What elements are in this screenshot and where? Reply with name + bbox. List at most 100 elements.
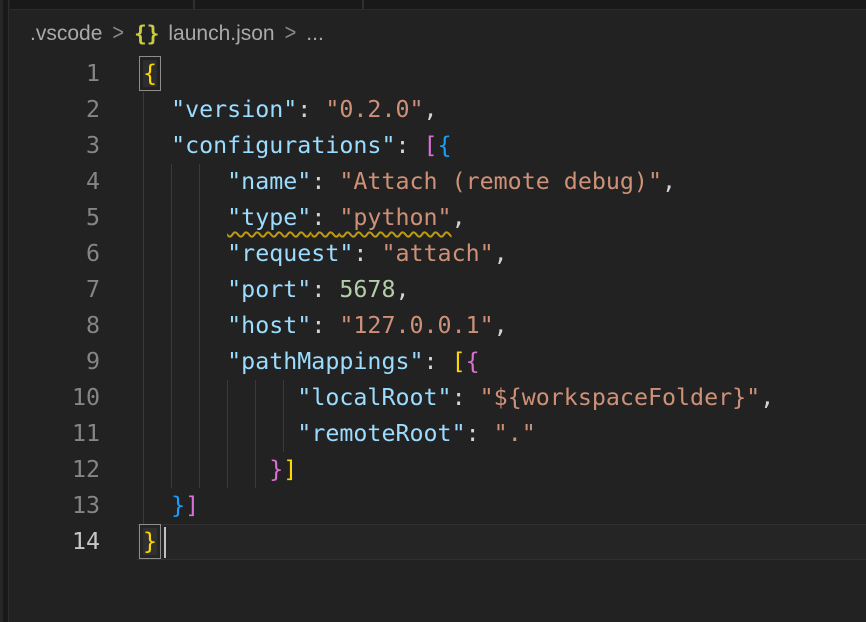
code-line-content[interactable]: "host": "127.0.0.1", xyxy=(100,308,866,344)
line-number[interactable]: 11 xyxy=(10,416,100,452)
token-punct: : xyxy=(353,240,381,267)
code-text: "name": "Attach (remote debug)", xyxy=(143,168,676,195)
line-number[interactable]: 10 xyxy=(10,380,100,416)
line-number[interactable]: 3 xyxy=(10,128,100,164)
code-line-content[interactable]: } xyxy=(100,524,866,560)
line-number[interactable]: 14 xyxy=(10,524,100,560)
line-number[interactable]: 2 xyxy=(10,92,100,128)
code-line-content[interactable]: "configurations": [{ xyxy=(100,128,866,164)
token-punct: , xyxy=(494,312,508,339)
line-number[interactable]: 4 xyxy=(10,164,100,200)
token-key: "host" xyxy=(227,312,311,339)
token-key: "localRoot" xyxy=(297,384,451,411)
token-b1: [ xyxy=(452,348,466,375)
token-punct: , xyxy=(662,168,676,195)
token-key: "request" xyxy=(227,240,353,267)
breadcrumb-folder[interactable]: .vscode xyxy=(30,22,102,46)
token-key: "type" xyxy=(227,204,311,231)
code-editor[interactable]: 1{2 "version": "0.2.0",3 "configurations… xyxy=(10,56,866,560)
tab-divider xyxy=(362,0,364,9)
token-str: "python" xyxy=(339,204,451,231)
code-line[interactable]: 11 "remoteRoot": "." xyxy=(10,416,866,452)
code-line[interactable]: 14} xyxy=(10,524,866,560)
json-braces-icon: {} xyxy=(134,22,159,46)
code-text: { xyxy=(143,60,157,87)
token-punct: : xyxy=(311,276,339,303)
code-line[interactable]: 13 }] xyxy=(10,488,866,524)
code-line-content[interactable]: "type": "python", xyxy=(100,200,866,236)
code-text: "type": "python", xyxy=(143,204,466,231)
chevron-right-icon: > xyxy=(112,20,124,46)
code-text: "configurations": [{ xyxy=(143,132,452,159)
code-line-content[interactable]: }] xyxy=(100,452,866,488)
code-line-content[interactable]: "localRoot": "${workspaceFolder}", xyxy=(100,380,866,416)
code-line[interactable]: 2 "version": "0.2.0", xyxy=(10,92,866,128)
line-number[interactable]: 12 xyxy=(10,452,100,488)
token-b2: [ xyxy=(424,132,438,159)
code-text: }] xyxy=(143,456,297,483)
code-line[interactable]: 8 "host": "127.0.0.1", xyxy=(10,308,866,344)
token-str: "." xyxy=(494,420,536,447)
code-line-content[interactable]: "version": "0.2.0", xyxy=(100,92,866,128)
code-line[interactable]: 3 "configurations": [{ xyxy=(10,128,866,164)
code-line[interactable]: 12 }] xyxy=(10,452,866,488)
token-b2: ] xyxy=(185,492,199,519)
token-b2: { xyxy=(466,348,480,375)
code-text: "pathMappings": [{ xyxy=(143,348,480,375)
token-punct: , xyxy=(395,276,409,303)
token-punct: : xyxy=(395,132,423,159)
token-str: "127.0.0.1" xyxy=(339,312,493,339)
code-line[interactable]: 5 "type": "python", xyxy=(10,200,866,236)
token-punct: , xyxy=(760,384,774,411)
text-cursor xyxy=(164,527,166,558)
chevron-right-icon: > xyxy=(285,20,297,46)
line-number[interactable]: 8 xyxy=(10,308,100,344)
token-key: "name" xyxy=(227,168,311,195)
token-str: "0.2.0" xyxy=(325,96,423,123)
token-punct: : xyxy=(452,384,480,411)
code-line[interactable]: 4 "name": "Attach (remote debug)", xyxy=(10,164,866,200)
code-line-content[interactable]: "port": 5678, xyxy=(100,272,866,308)
token-punct: , xyxy=(452,204,466,231)
token-punct: : xyxy=(424,348,452,375)
token-key: "port" xyxy=(227,276,311,303)
line-number[interactable]: 13 xyxy=(10,488,100,524)
code-line[interactable]: 10 "localRoot": "${workspaceFolder}", xyxy=(10,380,866,416)
code-line[interactable]: 9 "pathMappings": [{ xyxy=(10,344,866,380)
token-b3: { xyxy=(438,132,452,159)
breadcrumb: .vscode > {} launch.json > ... xyxy=(10,11,866,56)
code-text: "host": "127.0.0.1", xyxy=(143,312,508,339)
line-number[interactable]: 5 xyxy=(10,200,100,236)
code-text: "request": "attach", xyxy=(143,240,508,267)
code-line[interactable]: 1{ xyxy=(10,56,866,92)
breadcrumb-file[interactable]: launch.json xyxy=(168,22,274,46)
code-line-content[interactable]: "request": "attach", xyxy=(100,236,866,272)
code-text: "localRoot": "${workspaceFolder}", xyxy=(143,384,774,411)
line-number[interactable]: 1 xyxy=(10,56,100,92)
code-line[interactable]: 7 "port": 5678, xyxy=(10,272,866,308)
token-key: "configurations" xyxy=(171,132,395,159)
line-number[interactable]: 9 xyxy=(10,344,100,380)
breadcrumb-symbol[interactable]: ... xyxy=(306,22,324,46)
token-punct: : xyxy=(311,312,339,339)
code-line-content[interactable]: "pathMappings": [{ xyxy=(100,344,866,380)
token-punct: : xyxy=(297,96,325,123)
code-line-content[interactable]: }] xyxy=(100,488,866,524)
line-number[interactable]: 6 xyxy=(10,236,100,272)
line-number[interactable]: 7 xyxy=(10,272,100,308)
code-text: "remoteRoot": "." xyxy=(143,420,536,447)
code-text: "version": "0.2.0", xyxy=(143,96,438,123)
code-line-content[interactable]: "name": "Attach (remote debug)", xyxy=(100,164,866,200)
token-b3: } xyxy=(171,492,185,519)
token-punct: , xyxy=(494,240,508,267)
token-punct: : xyxy=(311,168,339,195)
token-key: "remoteRoot" xyxy=(297,420,465,447)
token-punct: : xyxy=(311,204,339,231)
matched-bracket: { xyxy=(143,60,157,87)
editor-left-rail-inner xyxy=(0,0,3,622)
tab-strip-bottom-edge xyxy=(10,0,866,10)
code-line-content[interactable]: "remoteRoot": "." xyxy=(100,416,866,452)
code-line[interactable]: 6 "request": "attach", xyxy=(10,236,866,272)
token-key: "pathMappings" xyxy=(227,348,423,375)
code-line-content[interactable]: { xyxy=(100,56,866,92)
